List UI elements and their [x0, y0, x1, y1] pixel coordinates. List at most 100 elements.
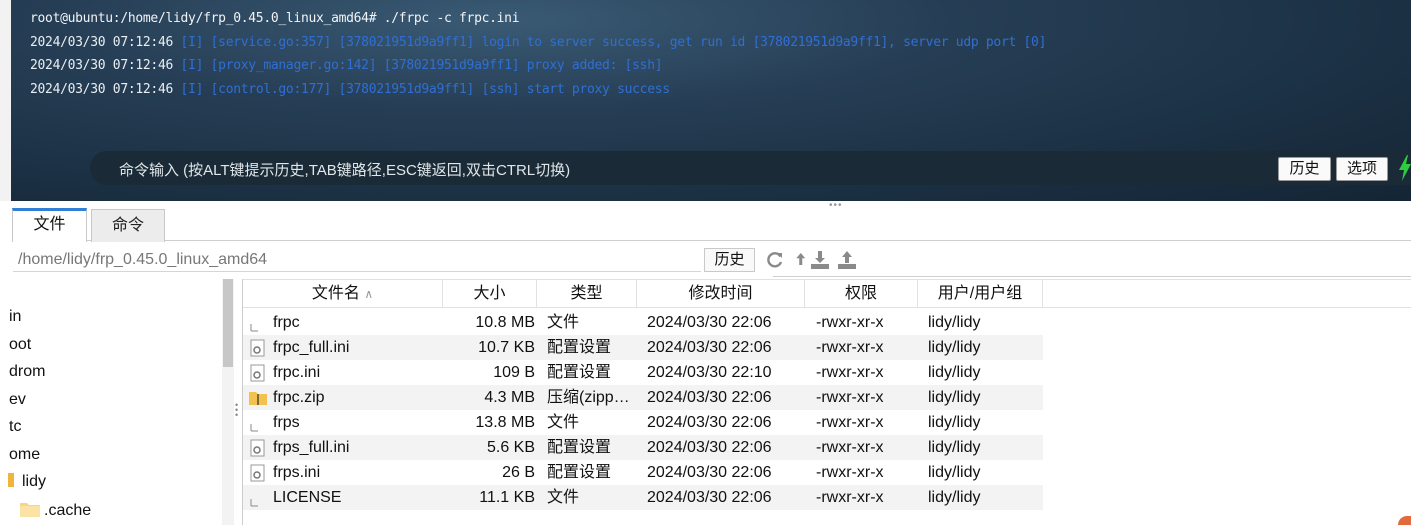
file-owner: lidy/lidy — [928, 464, 981, 481]
terminal-log-line: 2024/03/30 07:12:46 [I] [control.go:177]… — [30, 82, 670, 97]
tree-item-label: lidy — [22, 473, 47, 490]
tab-files[interactable]: 文件 — [12, 208, 87, 242]
refresh-icon[interactable] — [765, 250, 785, 270]
file-mtime: 2024/03/30 22:06 — [647, 339, 772, 356]
file-size: 5.6 KB — [486, 439, 535, 456]
terminal-log-line: 2024/03/30 07:12:46 [I] [service.go:357]… — [30, 35, 1046, 50]
config-file-icon — [250, 364, 265, 382]
column-header-mtime[interactable]: 修改时间 — [637, 280, 805, 308]
file-perm: -rwxr-xr-x — [816, 489, 884, 506]
file-size: 109 B — [493, 364, 535, 381]
file-icon — [250, 424, 258, 432]
file-name: frpc_full.ini — [273, 339, 350, 356]
path-input[interactable] — [13, 248, 701, 272]
file-name: frps — [273, 414, 300, 431]
log-message: [I] [proxy_manager.go:142] [378021951d9a… — [180, 58, 663, 73]
file-perm: -rwxr-xr-x — [816, 439, 884, 456]
folder-icon — [8, 473, 14, 487]
bottom-tabs: 文件 命令 — [12, 207, 1411, 242]
file-name: frpc.ini — [273, 364, 321, 381]
file-mtime: 2024/03/30 22:06 — [647, 464, 772, 481]
tree-scrollbar-thumb[interactable] — [223, 279, 233, 367]
download-icon[interactable] — [810, 250, 830, 270]
split-grip-handle[interactable]: • • • — [235, 401, 238, 420]
tree-item[interactable]: oot — [9, 336, 31, 354]
up-arrow-icon[interactable] — [791, 250, 811, 270]
tree-item[interactable]: tc — [9, 418, 21, 436]
tree-item[interactable]: ev — [9, 391, 26, 409]
file-size: 4.3 MB — [484, 389, 535, 406]
log-timestamp: 2024/03/30 07:12:46 — [30, 82, 174, 97]
upload-icon[interactable] — [837, 250, 857, 270]
file-owner: lidy/lidy — [928, 314, 981, 331]
file-type: 文件 — [547, 489, 580, 506]
file-type: 配置设置 — [547, 439, 612, 456]
config-file-icon — [250, 464, 265, 482]
log-message: [I] [service.go:357] [378021951d9a9ff1] … — [180, 35, 1047, 50]
file-name: frps_full.ini — [273, 439, 350, 456]
file-mtime: 2024/03/30 22:06 — [647, 414, 772, 431]
tree-item-cache[interactable]: .cache — [20, 501, 91, 520]
file-mtime: 2024/03/30 22:06 — [647, 439, 772, 456]
command-input[interactable]: 命令输入 (按ALT键提示历史,TAB键路径,ESC键返回,双击CTRL切换) — [119, 159, 570, 180]
file-owner: lidy/lidy — [928, 439, 981, 456]
file-table[interactable]: 文件名 ∧ 大小 类型 修改时间 权限 用户/用户组 frpc 10.8 MB … — [242, 279, 1411, 525]
config-file-icon — [250, 439, 265, 457]
file-perm: -rwxr-xr-x — [816, 364, 884, 381]
command-input-bar[interactable]: 命令输入 (按ALT键提示历史,TAB键路径,ESC键返回,双击CTRL切换) … — [90, 151, 1411, 185]
table-row[interactable]: frpc.ini 109 B 配置设置 2024/03/30 22:10 -rw… — [243, 360, 1043, 385]
table-row[interactable]: frpc_full.ini 10.7 KB 配置设置 2024/03/30 22… — [243, 335, 1043, 360]
table-row[interactable]: frps 13.8 MB 文件 2024/03/30 22:06 -rwxr-x… — [243, 410, 1043, 435]
table-row[interactable]: LICENSE 11.1 KB 文件 2024/03/30 22:06 -rwx… — [243, 485, 1043, 510]
file-size: 10.8 MB — [475, 314, 535, 331]
file-type: 配置设置 — [547, 364, 612, 381]
tree-item-lidy[interactable]: lidy — [8, 473, 46, 491]
file-size: 11.1 KB — [479, 489, 535, 506]
column-header-label: 文件名 — [311, 285, 360, 302]
log-timestamp: 2024/03/30 07:12:46 — [30, 58, 174, 73]
tab-commands[interactable]: 命令 — [91, 209, 165, 242]
table-row[interactable]: frps_full.ini 5.6 KB 配置设置 2024/03/30 22:… — [243, 435, 1043, 460]
column-header-perm[interactable]: 权限 — [805, 280, 918, 308]
log-timestamp: 2024/03/30 07:12:46 — [30, 35, 174, 50]
file-mtime: 2024/03/30 22:06 — [647, 314, 772, 331]
file-owner: lidy/lidy — [928, 389, 981, 406]
terminal-log-line: 2024/03/30 07:12:46 [I] [proxy_manager.g… — [30, 58, 663, 73]
table-row[interactable]: frpc.zip 4.3 MB 压缩(zipp… 2024/03/30 22:0… — [243, 385, 1043, 410]
file-mtime: 2024/03/30 22:06 — [647, 389, 772, 406]
directory-tree[interactable]: in oot drom ev tc ome lidy .cache — [0, 279, 236, 525]
tree-item[interactable]: drom — [9, 363, 45, 381]
terminal-history-button[interactable]: 历史 — [1278, 157, 1331, 181]
terminal-panel[interactable]: root@ubuntu:/home/lidy/frp_0.45.0_linux_… — [0, 0, 1411, 201]
file-perm: -rwxr-xr-x — [816, 389, 884, 406]
folder-icon — [20, 503, 40, 517]
file-perm: -rwxr-xr-x — [816, 464, 884, 481]
column-header-owner[interactable]: 用户/用户组 — [918, 280, 1043, 308]
tree-item-label: .cache — [44, 502, 92, 519]
path-bar-divider — [773, 276, 1411, 277]
column-header-name[interactable]: 文件名 ∧ — [243, 280, 443, 308]
lightning-bolt-icon[interactable] — [1398, 155, 1411, 181]
file-mtime: 2024/03/30 22:06 — [647, 489, 772, 506]
config-file-icon — [250, 339, 265, 357]
terminal-options-button[interactable]: 选项 — [1336, 157, 1388, 181]
column-header-type[interactable]: 类型 — [537, 280, 637, 308]
file-owner: lidy/lidy — [928, 339, 981, 356]
file-mtime: 2024/03/30 22:10 — [647, 364, 772, 381]
zip-icon — [249, 392, 267, 405]
column-header-size[interactable]: 大小 — [443, 280, 537, 308]
file-icon — [250, 324, 258, 332]
file-type: 文件 — [547, 414, 580, 431]
tree-item[interactable]: in — [9, 308, 21, 326]
table-row[interactable]: frpc 10.8 MB 文件 2024/03/30 22:06 -rwxr-x… — [243, 310, 1043, 335]
file-size: 10.7 KB — [478, 339, 535, 356]
file-icon — [250, 499, 258, 507]
file-table-header: 文件名 ∧ 大小 类型 修改时间 权限 用户/用户组 — [243, 279, 1411, 308]
file-type: 文件 — [547, 314, 580, 331]
file-owner: lidy/lidy — [928, 489, 981, 506]
table-row[interactable]: frps.ini 26 B 配置设置 2024/03/30 22:06 -rwx… — [243, 460, 1043, 485]
path-history-button[interactable]: 历史 — [704, 248, 755, 272]
tree-item[interactable]: ome — [9, 446, 40, 464]
file-name: frps.ini — [273, 464, 321, 481]
file-perm: -rwxr-xr-x — [816, 314, 884, 331]
